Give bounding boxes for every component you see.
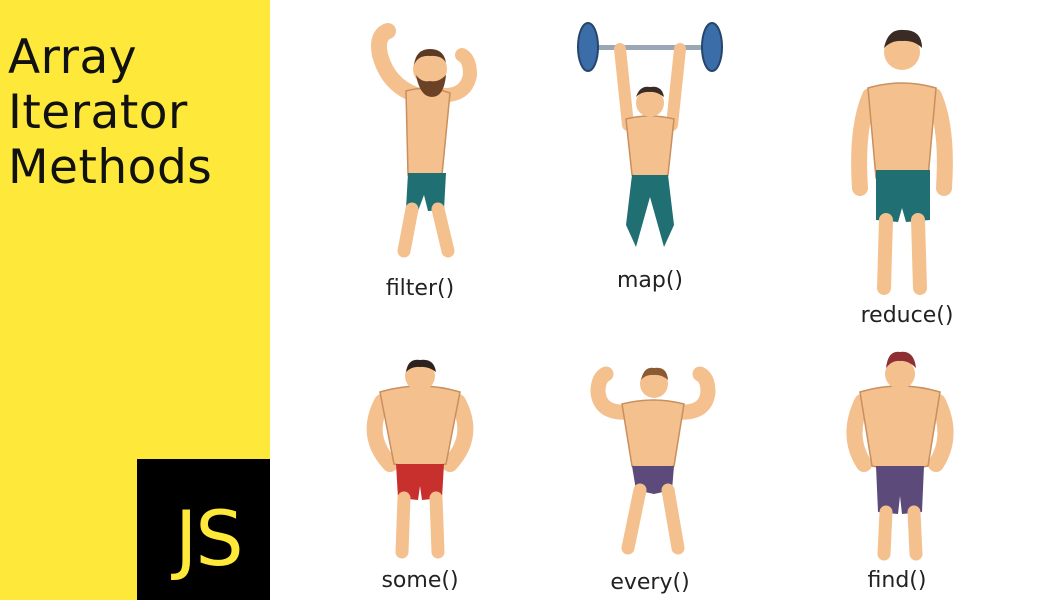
- standing-muscular-man-icon: [842, 18, 962, 298]
- title-line-2: Iterator: [8, 85, 188, 140]
- muscular-man-purple-shorts-icon: [840, 346, 960, 561]
- method-label-reduce: reduce(): [860, 303, 954, 328]
- weightlifter-barbell-icon: [570, 22, 730, 255]
- js-logo-text: JS: [175, 494, 244, 583]
- double-biceps-pose-icon: [588, 356, 718, 561]
- title-line-1: Array: [8, 30, 138, 85]
- method-label-find: find(): [867, 568, 927, 593]
- method-label-every: every(): [610, 570, 690, 595]
- methods-grid: filter() map() reduce() some() every() f…: [270, 0, 1050, 600]
- left-panel: Array Iterator Methods JS: [0, 0, 270, 600]
- bearded-flexing-man-icon: [358, 23, 488, 265]
- method-label-map: map(): [616, 268, 684, 293]
- page-title: Array Iterator Methods: [8, 30, 212, 195]
- method-label-filter: filter(): [385, 276, 455, 301]
- js-logo: JS: [137, 459, 270, 600]
- method-label-some: some(): [381, 568, 459, 593]
- title-line-3: Methods: [8, 140, 213, 195]
- muscular-man-hands-on-hips-icon: [360, 356, 480, 561]
